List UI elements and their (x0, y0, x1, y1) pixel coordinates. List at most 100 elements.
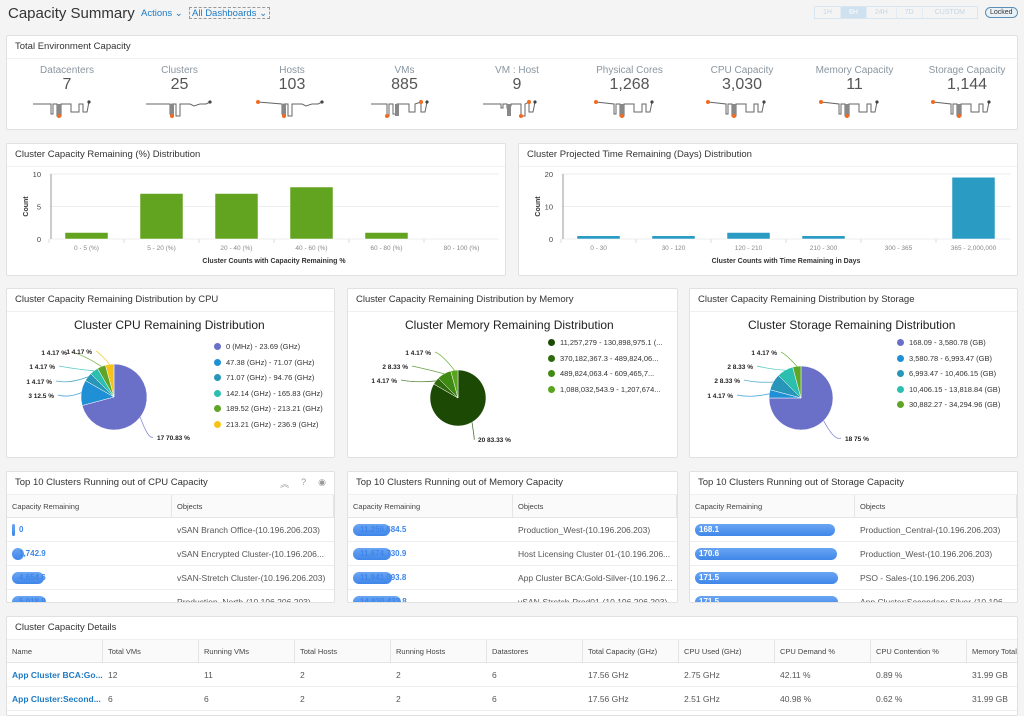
column-header[interactable]: CPU Contention % (871, 640, 967, 662)
object-name[interactable]: vSAN Branch Office-(10.196.206.203) (172, 525, 320, 535)
table-row[interactable]: 11,941,093.8 App Cluster BCA:Gold-Silver-… (348, 566, 677, 590)
legend-item[interactable]: 11,257,279 - 130,898,975.1 (... (548, 335, 662, 351)
legend-item[interactable]: 71.07 (GHz) - 94.76 (GHz) (214, 370, 323, 386)
object-name[interactable]: PSO - Sales-(10.196.206.203) (855, 573, 974, 583)
legend-item[interactable]: 6,993.47 - 10,406.15 (GB) (897, 366, 1000, 382)
bar[interactable] (364, 232, 409, 240)
table-row[interactable]: 4,654.6 vSAN-Stretch Cluster-(10.196.206.… (7, 566, 334, 590)
table-row[interactable]: 11,674,730.9 Host Licensing Cluster 01-(1… (348, 542, 677, 566)
capacity-remaining-bar-chart: 0 5 10 0 - 5 (%) 5 - 20 (%) 20 - 40 (%) 40 - 6… (23, 170, 499, 265)
column-header-objects[interactable]: Objects (855, 495, 1017, 517)
column-header[interactable]: Total VMs (103, 640, 199, 662)
column-header[interactable]: Name (7, 640, 103, 662)
time-range-7d[interactable]: 7D (897, 7, 923, 18)
time-range-6h[interactable]: 6H (840, 7, 867, 18)
bar[interactable] (726, 232, 771, 240)
bar[interactable] (651, 235, 696, 240)
object-name[interactable]: Production_West-(10.196.206.203) (855, 549, 992, 559)
column-header-capacity-remaining[interactable]: Capacity Remaining (348, 495, 513, 517)
legend-item[interactable]: 189.52 (GHz) - 213.21 (GHz) (214, 401, 323, 417)
bar[interactable] (139, 193, 184, 240)
table-row[interactable]: App Cluster BCA:Go... 12 11 2 2 6 17.56 GHz 2.7… (7, 663, 1017, 687)
object-name[interactable]: App Cluster BCA:Gold-Silver-(10.196.2... (513, 573, 672, 583)
cluster-name-link[interactable]: App Cluster BCA:Go... (7, 663, 103, 686)
capacity-bar: 171.5 (695, 571, 838, 584)
bar[interactable] (289, 186, 334, 240)
kpi-value: 885 (391, 76, 418, 93)
object-name[interactable]: Production_North-(10.196.206.203) (172, 597, 311, 603)
help-icon[interactable]: ? (301, 477, 306, 490)
legend-item[interactable]: 213.21 (GHz) - 236.9 (GHz) (214, 417, 323, 433)
object-name[interactable]: vSAN Encrypted Cluster-(10.196.206... (172, 549, 324, 559)
object-name[interactable]: App Cluster:Secondary Silver-(10.196... (855, 597, 1010, 603)
column-header[interactable]: Total Capacity (GHz) (583, 640, 679, 662)
object-name[interactable]: vSAN-Stretch-Prod01-(10.196.206.203) (513, 597, 667, 603)
table-row[interactable]: 171.5 App Cluster:Secondary Silver-(10.19… (690, 590, 1017, 603)
legend-item[interactable]: 0 (MHz) - 23.69 (GHz) (214, 339, 323, 355)
locked-toggle[interactable]: Locked (985, 7, 1018, 18)
time-range-custom[interactable]: CUSTOM (923, 7, 977, 18)
collapse-icon[interactable]: ︽ (280, 477, 289, 490)
legend-item[interactable]: 47.38 (GHz) - 71.07 (GHz) (214, 355, 323, 371)
table-row[interactable]: 11,256,684.5 Production_West-(10.196.206.… (348, 518, 677, 542)
bar[interactable] (951, 177, 996, 240)
details-table-header: Name Total VMs Running VMs Total Hosts Runni… (7, 640, 1017, 663)
legend-item[interactable]: 142.14 (GHz) - 165.83 (GHz) (214, 386, 323, 402)
legend-item[interactable]: 168.09 - 3,580.78 (GB) (897, 335, 1000, 351)
cluster-name-link[interactable]: App Cluster:Second... (7, 687, 103, 710)
table-row[interactable]: 170.6 Production_West-(10.196.206.203) (690, 542, 1017, 566)
column-header[interactable]: CPU Demand % (775, 640, 871, 662)
sparkline-marker (957, 114, 961, 118)
table-row[interactable]: 14,830,432.8 vSAN-Stretch-Prod01-(10.196.… (348, 590, 677, 603)
column-header-capacity-remaining[interactable]: Capacity Remaining (690, 495, 855, 517)
table-row[interactable]: App Cluster:Second... 6 6 2 2 6 17.56 GHz 2.51 … (7, 687, 1017, 711)
column-header[interactable]: Running Hosts (391, 640, 487, 662)
legend-item[interactable]: 30,882.27 - 34,294.96 (GB) (897, 397, 1000, 413)
legend-item[interactable]: 370,182,367.3 - 489,824,06... (548, 351, 662, 367)
legend-item[interactable]: 10,406.15 - 13,818.84 (GB) (897, 382, 1000, 398)
table-row[interactable]: 1,742.9 vSAN Encrypted Cluster-(10.196.20… (7, 542, 334, 566)
column-header-objects[interactable]: Objects (172, 495, 334, 517)
kpi-sparkline (370, 100, 429, 118)
bar[interactable] (64, 232, 109, 240)
bar[interactable] (801, 235, 846, 240)
table-row[interactable]: 168.1 Production_Central-(10.196.206.203) (690, 518, 1017, 542)
pie-data-label: 1 4.17 % (751, 350, 777, 357)
legend-label: 189.52 (GHz) - 213.21 (GHz) (226, 404, 323, 414)
table-row[interactable]: 0 vSAN Branch Office-(10.196.206.203) (7, 518, 334, 542)
capacity-cell: 1,742.9 (7, 542, 172, 565)
bar[interactable] (576, 235, 621, 240)
legend-item[interactable]: 489,824,063.4 - 609,465,7... (548, 366, 662, 382)
time-range-1h[interactable]: 1H (815, 7, 841, 18)
column-header-objects[interactable]: Objects (513, 495, 677, 517)
legend-label: 0 (MHz) - 23.69 (GHz) (226, 342, 301, 352)
sparkline-marker (418, 100, 423, 104)
eye-icon[interactable]: ◉ (318, 477, 326, 490)
column-header[interactable]: CPU Used (GHz) (679, 640, 775, 662)
object-name[interactable]: Production_West-(10.196.206.203) (513, 525, 650, 535)
object-name[interactable]: Production_Central-(10.196.206.203) (855, 525, 1000, 535)
x-tick-label: 210 - 300 (810, 245, 838, 252)
object-name[interactable]: vSAN-Stretch Cluster-(10.196.206.203) (172, 573, 325, 583)
column-header-capacity-remaining[interactable]: Capacity Remaining (7, 495, 172, 517)
time-range-24h[interactable]: 24H (867, 7, 897, 18)
kpi-value: 3,030 (721, 76, 763, 93)
pie-connector (95, 350, 110, 365)
capacity-value: 11,674,730.9 (360, 549, 407, 558)
legend-label: 10,406.15 - 13,818.84 (GB) (909, 384, 1001, 394)
legend-swatch (548, 354, 555, 362)
table-row[interactable]: 5,018.8 Production_North-(10.196.206.203) (7, 590, 334, 603)
column-header[interactable]: Running VMs (199, 640, 295, 662)
column-header[interactable]: Memory Total ( (967, 640, 1017, 662)
bar[interactable] (214, 193, 259, 240)
object-name[interactable]: Host Licensing Cluster 01-(10.196.206... (513, 549, 670, 559)
column-header[interactable]: Total Hosts (295, 640, 391, 662)
table-row[interactable]: 171.5 PSO - Sales-(10.196.206.203) (690, 566, 1017, 590)
legend-label: 489,824,063.4 - 609,465,7... (560, 369, 655, 379)
dashboards-dropdown[interactable]: All Dashboards ⌄ (189, 7, 271, 19)
actions-menu[interactable]: Actions ⌄ (141, 8, 183, 19)
legend-item[interactable]: 1,088,032,543.9 - 1,207,674... (548, 382, 662, 398)
y-axis-label: Count (23, 196, 30, 217)
legend-item[interactable]: 3,580.78 - 6,993.47 (GB) (897, 351, 1000, 367)
column-header[interactable]: Datastores (487, 640, 583, 662)
